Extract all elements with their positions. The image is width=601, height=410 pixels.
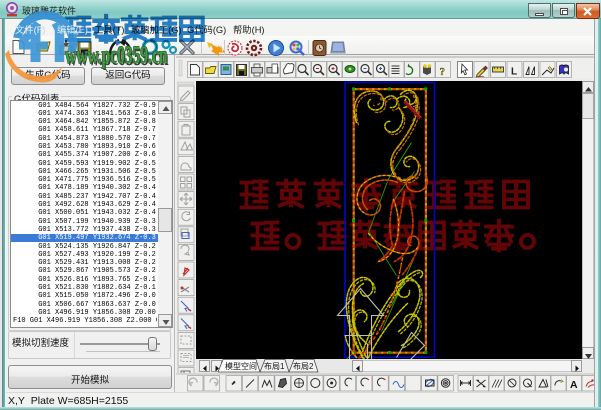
svg-text:A: A xyxy=(570,379,578,391)
svg-text:?: ? xyxy=(440,66,446,78)
svg-text:布局1: 布局1 xyxy=(264,361,285,371)
svg-text:布局2: 布局2 xyxy=(293,361,314,371)
svg-text:L: L xyxy=(511,67,517,78)
svg-text:模型空间: 模型空间 xyxy=(225,361,257,371)
